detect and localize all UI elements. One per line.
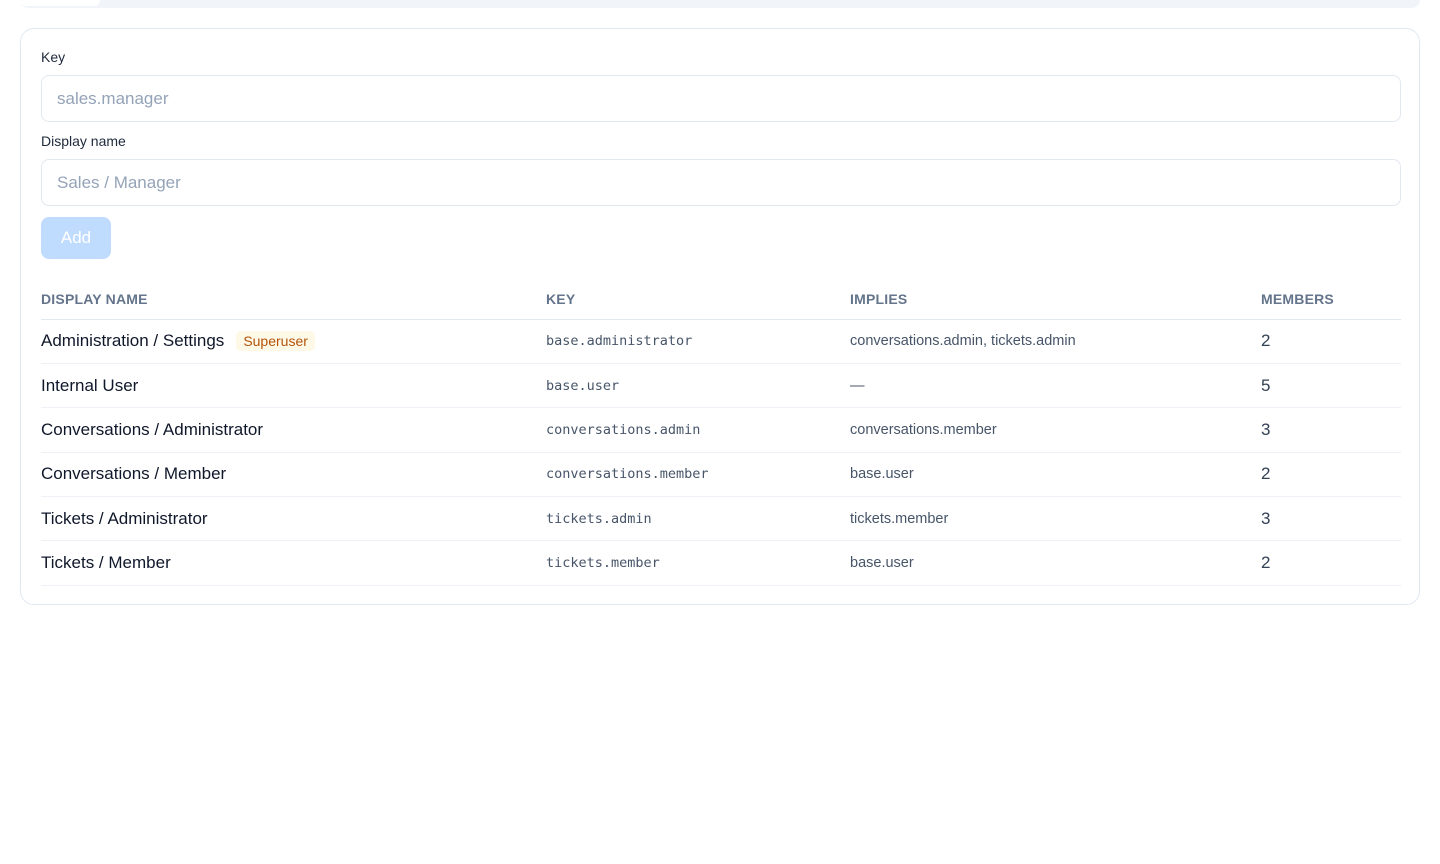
table-row[interactable]: Internal User base.user —5	[41, 363, 1401, 409]
role-display-name: Internal User	[41, 375, 139, 395]
role-display-name: Tickets / Member	[41, 553, 171, 573]
role-display-name-cell: Tickets / Member	[41, 540, 546, 586]
role-members-count: 3	[1261, 496, 1401, 542]
table-row[interactable]: Tickets / Member tickets.member base.user 2	[41, 540, 1401, 586]
header-display-name[interactable]: DISPLAY NAME	[41, 279, 546, 320]
role-key: conversations.member	[546, 452, 850, 498]
superuser-badge: Superuser	[236, 331, 315, 352]
role-implies: conversations.admin, tickets.admin	[850, 319, 1261, 364]
role-members-count: 3	[1261, 407, 1401, 453]
role-implies: —	[850, 363, 1261, 409]
role-display-name: Conversations / Member	[41, 464, 227, 484]
tab-bar-strip	[20, 0, 1420, 8]
roles-table-body: Administration / Settings Superuser base.a…	[41, 319, 1401, 586]
display-name-field-label: Display name	[41, 133, 126, 149]
role-implies: tickets.member	[850, 496, 1261, 542]
role-implies: base.user	[850, 452, 1261, 498]
role-implies: base.user	[850, 540, 1261, 586]
role-display-name-cell: Internal User	[41, 363, 546, 409]
table-row[interactable]: Administration / Settings Superuser base.a…	[41, 319, 1401, 364]
roles-card: Key Display name Add DISPLAY NAME KEY IM…	[20, 28, 1420, 605]
header-members[interactable]: MEMBERS	[1261, 279, 1401, 320]
role-key: base.administrator	[546, 319, 850, 364]
role-display-name-cell: Conversations / Member	[41, 452, 546, 498]
role-key: conversations.admin	[546, 407, 850, 453]
key-input[interactable]	[41, 75, 1401, 122]
display-name-input[interactable]	[41, 159, 1401, 206]
role-members-count: 2	[1261, 540, 1401, 586]
header-implies[interactable]: IMPLIES	[850, 279, 1261, 320]
role-key: tickets.member	[546, 540, 850, 586]
role-display-name-cell: Tickets / Administrator	[41, 496, 546, 542]
add-button[interactable]: Add	[41, 217, 111, 259]
table-row[interactable]: Conversations / Member conversations.memb…	[41, 452, 1401, 498]
role-members-count: 2	[1261, 452, 1401, 498]
roles-table: DISPLAY NAME KEY IMPLIES MEMBERS Adminis…	[41, 279, 1401, 586]
role-members-count: 2	[1261, 319, 1401, 364]
role-members-count: 5	[1261, 363, 1401, 409]
table-row[interactable]: Conversations / Administrator conversatio…	[41, 407, 1401, 453]
header-key[interactable]: KEY	[546, 279, 850, 320]
role-key: tickets.admin	[546, 496, 850, 542]
role-key: base.user	[546, 363, 850, 409]
role-display-name-cell: Conversations / Administrator	[41, 407, 546, 453]
role-display-name: Administration / Settings	[41, 330, 225, 350]
key-field-label: Key	[41, 49, 66, 65]
active-tab-stub[interactable]	[20, 0, 100, 6]
table-row[interactable]: Tickets / Administrator tickets.admin tick…	[41, 496, 1401, 542]
role-implies: conversations.member	[850, 407, 1261, 453]
role-display-name: Tickets / Administrator	[41, 508, 208, 528]
role-display-name: Conversations / Administrator	[41, 419, 264, 439]
role-display-name-cell: Administration / Settings Superuser	[41, 319, 546, 364]
table-header-row: DISPLAY NAME KEY IMPLIES MEMBERS	[41, 279, 1401, 320]
